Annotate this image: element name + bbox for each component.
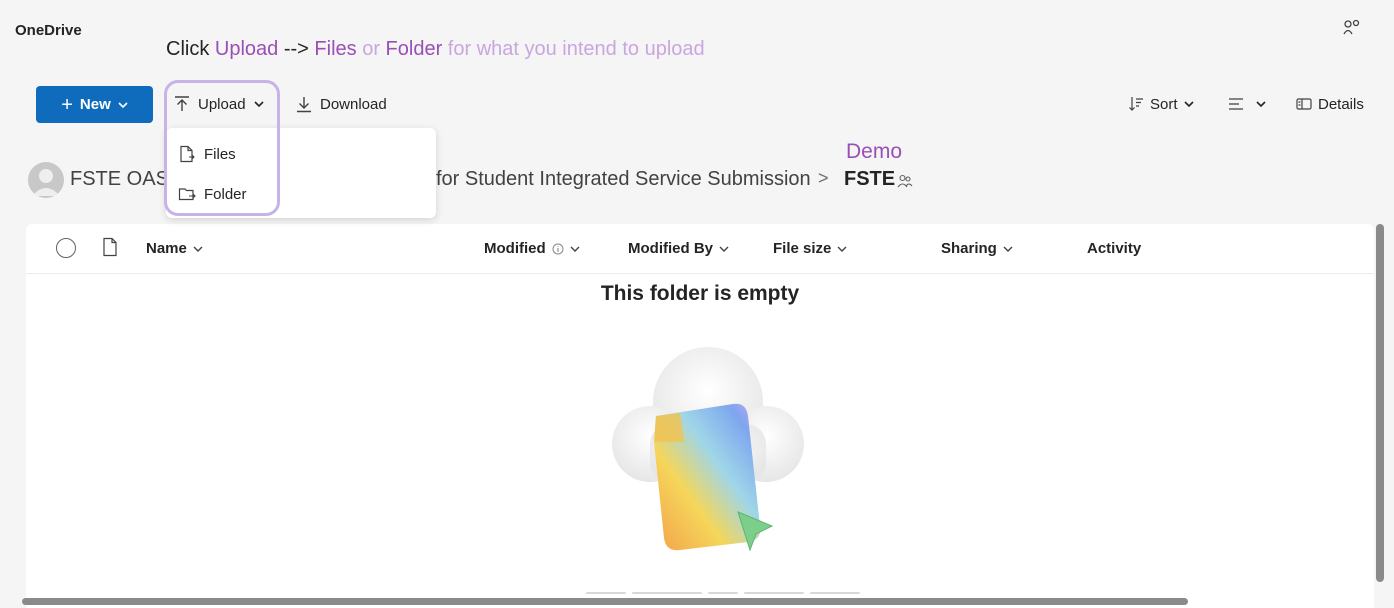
view-list-icon (1229, 98, 1243, 110)
share-icon[interactable] (1342, 18, 1362, 38)
column-header-modified[interactable]: Modified (484, 240, 580, 257)
chevron-down-icon (719, 246, 729, 252)
empty-folder-illustration (612, 347, 804, 552)
download-icon (297, 97, 311, 113)
upload-highlight-annotation (164, 80, 280, 216)
column-header-file-size[interactable]: File size (773, 240, 847, 257)
vertical-scrollbar[interactable] (1376, 224, 1384, 582)
breadcrumb-item-root[interactable]: FSTE OASI (70, 168, 174, 191)
file-type-icon (103, 237, 117, 257)
plus-icon: + (61, 93, 73, 116)
person-icon (32, 169, 60, 196)
view-options-button[interactable] (1228, 92, 1266, 116)
horizontal-scrollbar[interactable] (22, 598, 1188, 605)
avatar (28, 162, 64, 198)
empty-folder-subtext (586, 592, 886, 595)
details-label: Details (1318, 95, 1364, 113)
column-header-row: Name Modified Modified By File size Shar… (26, 224, 1374, 274)
sort-button[interactable]: Sort (1128, 92, 1194, 116)
column-header-modified-by[interactable]: Modified By (628, 240, 729, 257)
new-button-label: New (79, 96, 111, 113)
chevron-down-icon (1256, 101, 1266, 108)
breadcrumb-item-parent[interactable]: for Student Integrated Service Submissio… (436, 168, 811, 191)
column-header-activity[interactable]: Activity (1087, 240, 1141, 257)
people-icon (897, 174, 913, 188)
select-all-checkbox[interactable] (56, 238, 76, 258)
app-window: OneDrive Click Upload --> Files or Folde… (6, 4, 1390, 608)
chevron-down-icon (1003, 246, 1013, 252)
breadcrumb-current: FSTE (844, 168, 896, 190)
column-header-sharing[interactable]: Sharing (941, 240, 1013, 257)
column-header-name[interactable]: Name (146, 240, 203, 257)
instruction-annotation: Click Upload --> Files or Folder for wha… (166, 38, 705, 60)
chevron-down-icon (570, 246, 580, 252)
chevron-down-icon (837, 246, 847, 252)
chevron-down-icon (1183, 101, 1194, 108)
details-button[interactable]: Details (1296, 92, 1364, 116)
sort-label: Sort (1150, 95, 1178, 113)
chevron-down-icon (118, 101, 128, 108)
sort-icon (1129, 97, 1143, 111)
new-button[interactable]: + New (36, 86, 153, 123)
chevron-down-icon (193, 246, 203, 252)
download-button[interactable]: Download (296, 92, 387, 116)
demo-annotation: Demo (846, 140, 903, 163)
file-list: Name Modified Modified By File size Shar… (26, 224, 1374, 608)
app-title: OneDrive (15, 22, 82, 39)
download-label: Download (320, 95, 387, 113)
breadcrumb-separator: > (818, 168, 829, 188)
empty-folder-title: This folder is empty (600, 282, 800, 305)
info-icon (552, 243, 564, 254)
details-pane-icon (1296, 98, 1312, 110)
